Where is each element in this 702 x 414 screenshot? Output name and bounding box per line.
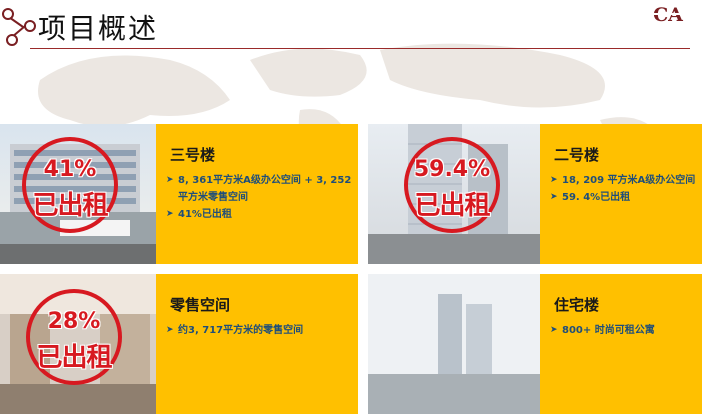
list-item: ➤ 41%已出租 — [166, 206, 352, 223]
header-node — [6, 34, 18, 46]
bullet-arrow-icon: ➤ — [550, 192, 558, 202]
leased-label: 已出租 — [414, 191, 490, 221]
building-3-panel: 三号楼 ➤ 8, 361平方米A级办公空间 + 3, 252平方米零售空间 ➤ 41… — [156, 124, 358, 264]
company-logo: CA — [648, 3, 688, 25]
leased-percent: 41% — [43, 157, 97, 182]
list-item: ➤ 8, 361平方米A级办公空间 + 3, 252平方米零售空间 — [166, 172, 352, 206]
panel-title: 三号楼 — [170, 146, 216, 164]
residential-panel: 住宅楼 ➤ 800+ 时尚可租公寓 — [540, 274, 702, 414]
bullet-list: ➤ 18, 209 平方米A级办公空间 ➤ 59. 4%已出租 — [550, 172, 696, 206]
header-node — [2, 8, 14, 20]
bullet-arrow-icon: ➤ — [166, 325, 174, 335]
list-item: ➤ 800+ 时尚可租公寓 — [550, 322, 696, 339]
bullet-arrow-icon: ➤ — [166, 175, 174, 185]
leased-stamp: 28% 已出租 — [26, 289, 122, 385]
list-item: ➤ 59. 4%已出租 — [550, 189, 696, 206]
bullet-arrow-icon: ➤ — [166, 209, 174, 219]
retail-panel: 零售空间 ➤ 约3, 717平方米的零售空间 — [156, 274, 358, 414]
panel-title: 二号楼 — [554, 146, 600, 164]
leased-label: 已出租 — [36, 343, 112, 373]
building-2-panel: 二号楼 ➤ 18, 209 平方米A级办公空间 ➤ 59. 4%已出租 — [540, 124, 702, 264]
list-item: ➤ 约3, 717平方米的零售空间 — [166, 322, 352, 339]
leased-stamp: 59.4% 已出租 — [404, 137, 500, 233]
bullet-arrow-icon: ➤ — [550, 325, 558, 335]
bullet-list: ➤ 800+ 时尚可租公寓 — [550, 322, 696, 339]
bullet-list: ➤ 8, 361平方米A级办公空间 + 3, 252平方米零售空间 ➤ 41%已出租 — [166, 172, 352, 223]
header: 项目概述 CA — [0, 0, 702, 50]
leased-percent: 59.4% — [413, 157, 491, 182]
leased-label: 已出租 — [32, 191, 108, 221]
bullet-arrow-icon: ➤ — [550, 175, 558, 185]
residential-photo — [368, 274, 540, 414]
header-rule — [30, 48, 690, 49]
panel-title: 住宅楼 — [554, 296, 600, 314]
header-node — [24, 20, 36, 32]
leased-percent: 28% — [47, 309, 101, 334]
page-title: 项目概述 — [38, 12, 159, 45]
bullet-list: ➤ 约3, 717平方米的零售空间 — [166, 322, 352, 339]
leased-stamp: 41% 已出租 — [22, 137, 118, 233]
panel-title: 零售空间 — [170, 296, 231, 314]
list-item: ➤ 18, 209 平方米A级办公空间 — [550, 172, 696, 189]
